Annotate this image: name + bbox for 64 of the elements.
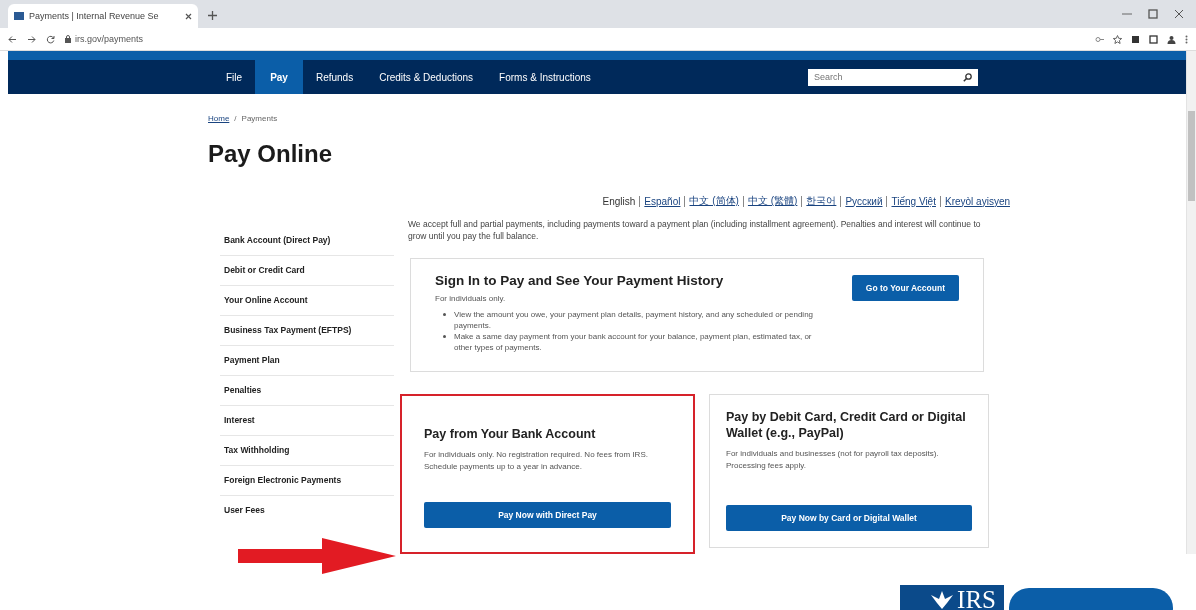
language-link[interactable]: Русский (845, 195, 883, 207)
bullet-icon (443, 313, 446, 316)
option-text: For individuals and businesses (not for payroll tax deposits). Processing fees apply. (726, 448, 940, 471)
close-icon[interactable] (1174, 9, 1184, 19)
sidebar-item[interactable]: Debit or Credit Card (220, 256, 394, 286)
favicon-icon (14, 12, 24, 20)
language-link[interactable]: Tiếng Việt (891, 195, 936, 207)
maximize-icon[interactable] (1148, 9, 1158, 19)
sidebar-item[interactable]: User Fees (220, 496, 394, 525)
scrollbar[interactable] (1186, 51, 1196, 554)
language-link[interactable]: Español (644, 195, 681, 207)
breadcrumb-link[interactable]: Home (208, 114, 230, 123)
sidebar-item[interactable]: Interest (220, 406, 394, 436)
breadcrumb-current: Payments (241, 114, 278, 123)
account-button[interactable]: Go to Your Account (851, 275, 959, 301)
bullet-icon (443, 335, 446, 338)
star-icon[interactable] (1113, 34, 1122, 44)
extension-icon[interactable] (1131, 34, 1140, 44)
search-field[interactable]: Search (808, 68, 978, 86)
browser-tab[interactable]: Payments | Internal Revenue Se (8, 4, 198, 28)
reading-list-icon[interactable] (1149, 34, 1158, 44)
sidebar-item[interactable]: Penalties (220, 376, 394, 406)
forward-icon[interactable] (27, 34, 36, 44)
back-icon[interactable] (8, 34, 17, 44)
tab-title: Payments | Internal Revenue Se (29, 11, 160, 21)
language-link[interactable]: English (602, 195, 636, 207)
irs-logo[interactable]: IRS (900, 585, 1004, 610)
new-tab-icon[interactable] (208, 11, 217, 20)
page-title: Pay Online (208, 140, 334, 168)
menu-icon[interactable] (1185, 34, 1188, 44)
nav-item[interactable]: File (213, 60, 256, 94)
pay-now-button[interactable]: Pay Now by Card or Digital Wallet (726, 505, 972, 531)
sidebar-item[interactable]: Bank Account (Direct Pay) (220, 226, 394, 256)
reload-icon[interactable] (46, 34, 55, 44)
close-icon[interactable] (185, 12, 192, 20)
nav-item[interactable]: Forms & Instructions (486, 60, 604, 94)
pay-now-button[interactable]: Pay Now with Direct Pay (424, 502, 671, 528)
intro-text: We accept full and partial payments, including payments toward a payment plan (including installment agreement). Penalties and interest will continue to grow until you pay the full balance. (408, 218, 982, 242)
sidebar-item[interactable]: Tax Withholding (220, 436, 394, 466)
logo-text: IRS (957, 586, 996, 610)
sidebar-item[interactable]: Business Tax Payment (EFTPS) (220, 316, 394, 346)
card-title: Sign In to Pay and See Your Payment History (435, 273, 725, 288)
option-text: For individuals only. No registration required. No fees from IRS. Schedule payments up to a year in advance. (424, 449, 649, 472)
key-icon[interactable] (1095, 34, 1104, 44)
nav-item[interactable]: Pay (255, 60, 303, 94)
language-link[interactable]: Kreyòl ayisyen (944, 195, 1010, 207)
sidebar-item[interactable]: Your Online Account (220, 286, 394, 316)
card-subtitle: For individuals only. (435, 294, 507, 303)
sidebar-item[interactable]: Foreign Electronic Payments (220, 466, 394, 496)
search-icon[interactable] (963, 72, 972, 82)
profile-icon[interactable] (1167, 34, 1176, 44)
language-link[interactable]: 中文 (简体) (689, 194, 739, 208)
nav-item[interactable]: Refunds (302, 60, 367, 94)
bullet-text: Make a same day payment from your bank account for your balance, payment plan, estimated tax, or other types of payments. (454, 331, 813, 353)
language-link[interactable]: 한국어 (806, 194, 837, 208)
bullet-text: View the amount you owe, your payment plan details, payment history, and any scheduled or pending payments. (454, 309, 815, 331)
nav-item[interactable]: Credits & Deductions (366, 60, 487, 94)
lock-icon (65, 35, 71, 43)
language-link[interactable]: 中文 (繁體) (747, 194, 798, 208)
option-title: Pay by Debit Card, Credit Card or Digital Wallet (e.g., PayPal) (726, 409, 967, 441)
arrow-icon (238, 538, 396, 574)
sidebar-item[interactable]: Payment Plan (220, 346, 394, 376)
option-title: Pay from Your Bank Account (424, 426, 597, 442)
breadcrumb-separator: / (234, 114, 237, 123)
